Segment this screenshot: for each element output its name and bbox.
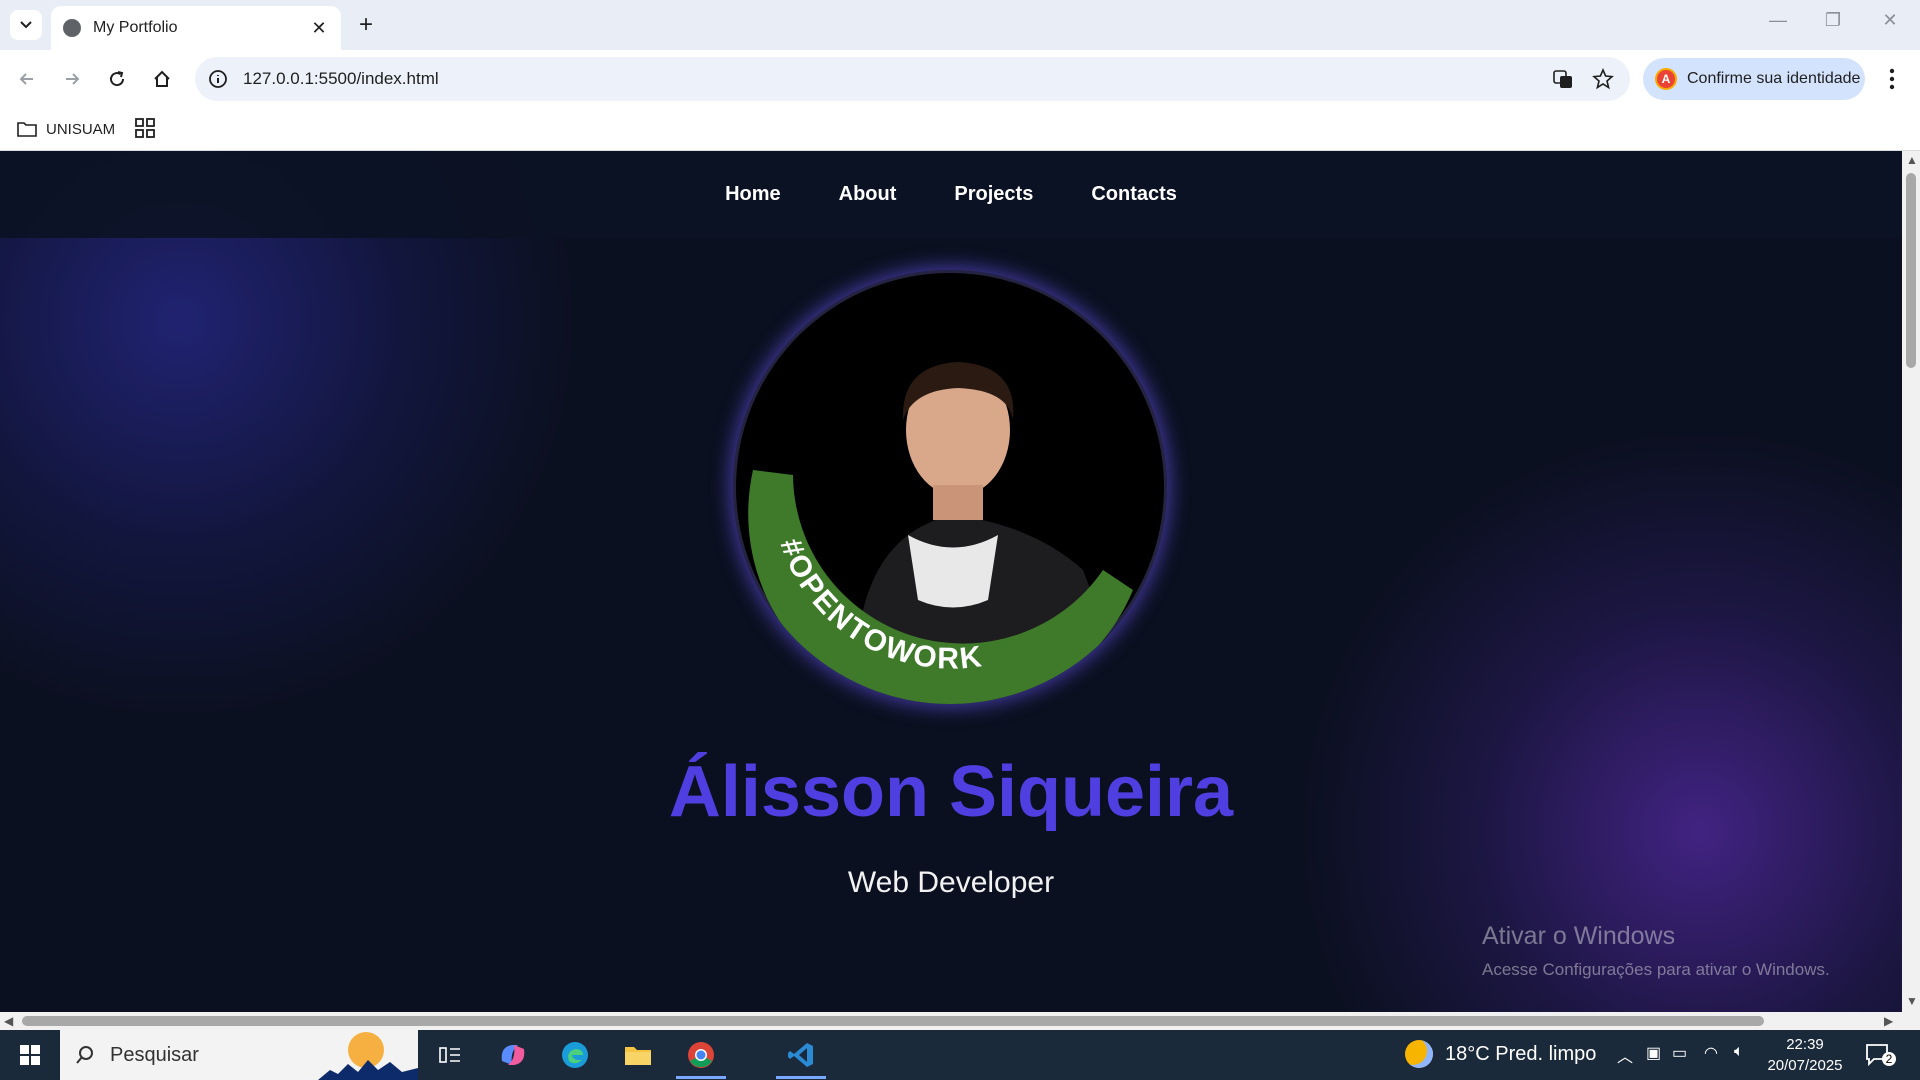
chrome-icon[interactable] [683, 1038, 719, 1072]
restore-button[interactable]: ❐ [1813, 10, 1853, 31]
site-navbar: Home About Projects Contacts [0, 151, 1902, 238]
notification-count: 2 [1882, 1052, 1896, 1066]
vscode-icon[interactable] [783, 1038, 819, 1072]
profile-photo-illustration: #OPENTOWORK [748, 362, 1133, 704]
show-hidden-icons-icon[interactable]: ︿ [1617, 1043, 1633, 1067]
taskbar-weather[interactable]: 18°C Pred. limpo [1405, 1040, 1596, 1068]
chrome-active-indicator [676, 1076, 726, 1079]
edge-browser-icon[interactable] [557, 1038, 593, 1072]
new-tab-button[interactable]: + [352, 12, 380, 40]
search-icon [76, 1046, 93, 1064]
meet-icon[interactable]: ▣ [1646, 1043, 1661, 1063]
bookmark-star-icon[interactable] [1590, 66, 1616, 92]
profile-photo: #OPENTOWORK [733, 270, 1167, 704]
address-bar[interactable]: 127.0.0.1:5500/index.html [195, 57, 1630, 101]
battery-icon[interactable]: ▭ [1672, 1043, 1687, 1063]
apps-grid-icon[interactable] [133, 116, 157, 140]
browser-tab-bar: My Portfolio ✕ + — ❐ ✕ [0, 0, 1920, 50]
reload-icon [110, 71, 125, 87]
page-viewport: Home About Projects Contacts #OPENTOWORK… [0, 151, 1902, 1012]
chevron-down-icon [20, 21, 32, 29]
search-highlight-icon [318, 1032, 418, 1080]
home-button[interactable] [146, 63, 178, 95]
nav-home-link[interactable]: Home [725, 183, 781, 206]
home-icon [154, 70, 170, 87]
profile-avatar: A [1655, 68, 1677, 90]
scroll-up-icon[interactable]: ▲ [1906, 153, 1918, 167]
horizontal-scroll-thumb[interactable] [22, 1016, 1764, 1026]
wifi-icon[interactable]: ◠ [1704, 1043, 1718, 1063]
site-info-icon[interactable] [207, 68, 229, 90]
scroll-down-icon[interactable]: ▼ [1906, 994, 1918, 1008]
clock-time: 22:39 [1786, 1036, 1824, 1053]
arrow-right-icon [66, 73, 80, 85]
nav-projects-link[interactable]: Projects [954, 183, 1033, 206]
hero-role: Web Developer [847, 866, 1055, 899]
clock-date: 20/07/2025 [1767, 1057, 1843, 1074]
taskbar-clock[interactable]: 22:39 20/07/2025 [1760, 1034, 1850, 1076]
scroll-left-icon[interactable]: ◀ [4, 1014, 13, 1028]
url-text[interactable]: 127.0.0.1:5500/index.html [243, 69, 1550, 89]
browser-tab[interactable]: My Portfolio ✕ [51, 6, 341, 50]
profile-chip-label: Confirme sua identidade [1687, 70, 1861, 87]
translate-icon[interactable] [1550, 66, 1576, 92]
windows-activation-subtitle: Acesse Configurações para ativar o Windo… [1482, 960, 1830, 979]
taskbar-search-placeholder: Pesquisar [110, 1043, 199, 1066]
task-view-icon[interactable] [432, 1038, 468, 1072]
tab-title: My Portfolio [93, 19, 178, 36]
horizontal-scrollbar[interactable]: ◀ ▶ [0, 1012, 1920, 1030]
browser-menu-button[interactable] [1878, 64, 1906, 94]
folder-icon [17, 122, 37, 137]
taskbar-search-box[interactable]: Pesquisar [60, 1030, 418, 1080]
reload-button[interactable] [101, 63, 133, 95]
vertical-scroll-thumb[interactable] [1906, 173, 1916, 368]
windows-start-icon[interactable] [10, 1041, 50, 1069]
browser-toolbar: 127.0.0.1:5500/index.html A Confirme sua… [0, 50, 1920, 108]
nav-about-link[interactable]: About [839, 183, 897, 206]
weather-icon [1405, 1040, 1433, 1068]
scroll-right-icon[interactable]: ▶ [1884, 1014, 1893, 1028]
copilot-icon[interactable] [495, 1038, 531, 1072]
bookmark-folder-label: UNISUAM [46, 120, 116, 138]
notification-center-button[interactable]: 2 [1864, 1042, 1896, 1068]
vscode-active-indicator [776, 1076, 826, 1079]
bookmark-folder-unisuam[interactable]: UNISUAM [16, 116, 115, 142]
windows-activation-title: Ativar o Windows [1482, 922, 1676, 950]
tab-search-button[interactable] [10, 10, 42, 40]
close-window-button[interactable]: ✕ [1870, 10, 1910, 31]
forward-button[interactable] [56, 63, 88, 95]
back-button[interactable] [11, 63, 43, 95]
volume-icon[interactable]: 🔈︎ [1734, 1043, 1744, 1061]
close-tab-icon[interactable]: ✕ [309, 18, 329, 39]
weather-text: 18°C Pred. limpo [1445, 1042, 1597, 1065]
hero-name: Álisson Siqueira [668, 752, 1234, 832]
profile-identity-button[interactable]: A Confirme sua identidade [1643, 58, 1865, 100]
file-explorer-icon[interactable] [620, 1038, 656, 1072]
globe-icon [63, 19, 81, 37]
nav-contacts-link[interactable]: Contacts [1091, 183, 1177, 206]
vertical-scrollbar[interactable]: ▲ ▼ [1902, 151, 1920, 1012]
windows-taskbar: Pesquisar 18°C Pred. limpo ︿ ▣ ▭ ◠ 🔈︎ 22… [0, 1030, 1920, 1080]
more-vert-icon [1889, 68, 1895, 90]
minimize-button[interactable]: — [1758, 10, 1798, 31]
arrow-left-icon [19, 73, 33, 85]
bookmarks-bar: UNISUAM [0, 108, 1920, 151]
